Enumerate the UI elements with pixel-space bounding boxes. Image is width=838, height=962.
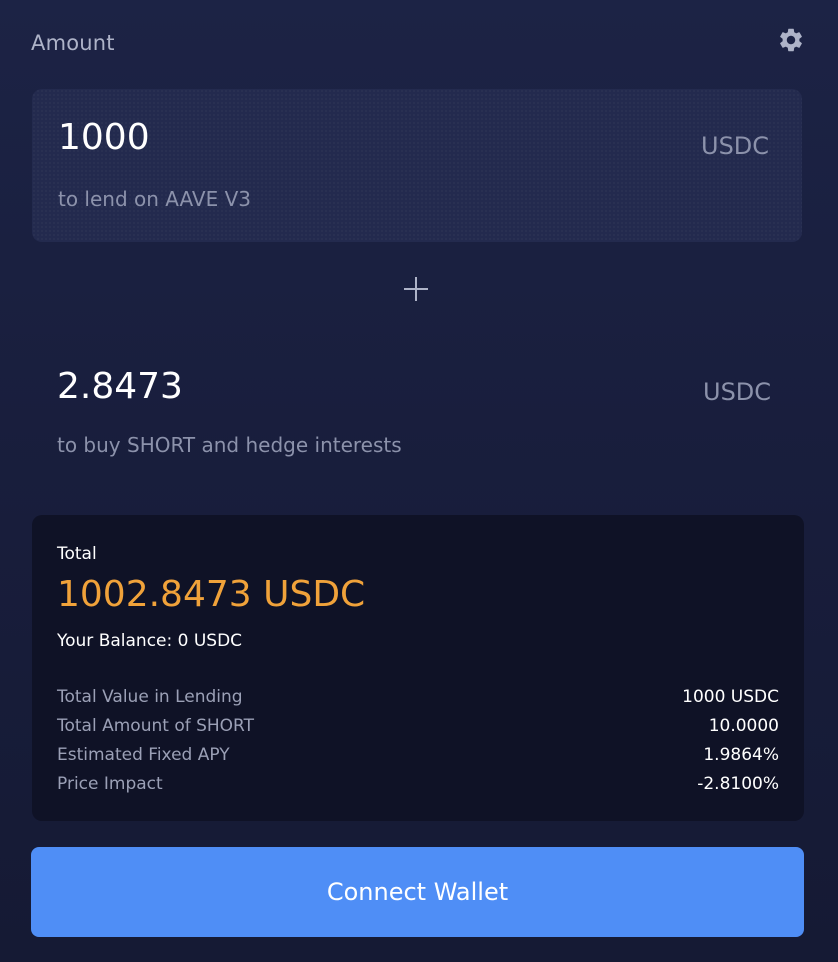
summary-details: Total Value in Lending 1000 USDC Total A… bbox=[57, 683, 779, 799]
amount-label: Amount bbox=[31, 31, 115, 55]
detail-label: Total Amount of SHORT bbox=[57, 716, 255, 736]
hedge-currency: USDC bbox=[703, 378, 772, 406]
lend-amount-input[interactable] bbox=[58, 117, 558, 158]
detail-value: 1000 USDC bbox=[682, 687, 779, 707]
connect-wallet-button[interactable]: Connect Wallet bbox=[31, 847, 804, 937]
hedge-subtext: to buy SHORT and hedge interests bbox=[57, 433, 402, 457]
detail-row-price-impact: Price Impact -2.8100% bbox=[57, 770, 779, 799]
gear-icon bbox=[777, 26, 805, 54]
detail-label: Price Impact bbox=[57, 774, 163, 794]
lend-subtext: to lend on AAVE V3 bbox=[58, 187, 252, 211]
settings-button[interactable] bbox=[777, 26, 805, 54]
total-label: Total bbox=[57, 544, 97, 564]
lend-currency: USDC bbox=[701, 132, 770, 160]
detail-row-short-amount: Total Amount of SHORT 10.0000 bbox=[57, 712, 779, 741]
detail-row-fixed-apy: Estimated Fixed APY 1.9864% bbox=[57, 741, 779, 770]
total-value: 1002.8473 USDC bbox=[57, 574, 366, 615]
detail-label: Estimated Fixed APY bbox=[57, 745, 230, 765]
lend-amount-box[interactable]: USDC to lend on AAVE V3 bbox=[32, 89, 802, 242]
hedge-amount-value: 2.8473 bbox=[57, 366, 183, 407]
detail-label: Total Value in Lending bbox=[57, 687, 243, 707]
total-summary-card: Total 1002.8473 USDC Your Balance: 0 USD… bbox=[32, 515, 804, 821]
detail-row-lending-value: Total Value in Lending 1000 USDC bbox=[57, 683, 779, 712]
detail-value: 1.9864% bbox=[703, 745, 779, 765]
detail-value: 10.0000 bbox=[708, 716, 779, 736]
detail-value: -2.8100% bbox=[697, 774, 779, 794]
plus-icon bbox=[403, 276, 429, 302]
balance-text: Your Balance: 0 USDC bbox=[57, 631, 243, 651]
